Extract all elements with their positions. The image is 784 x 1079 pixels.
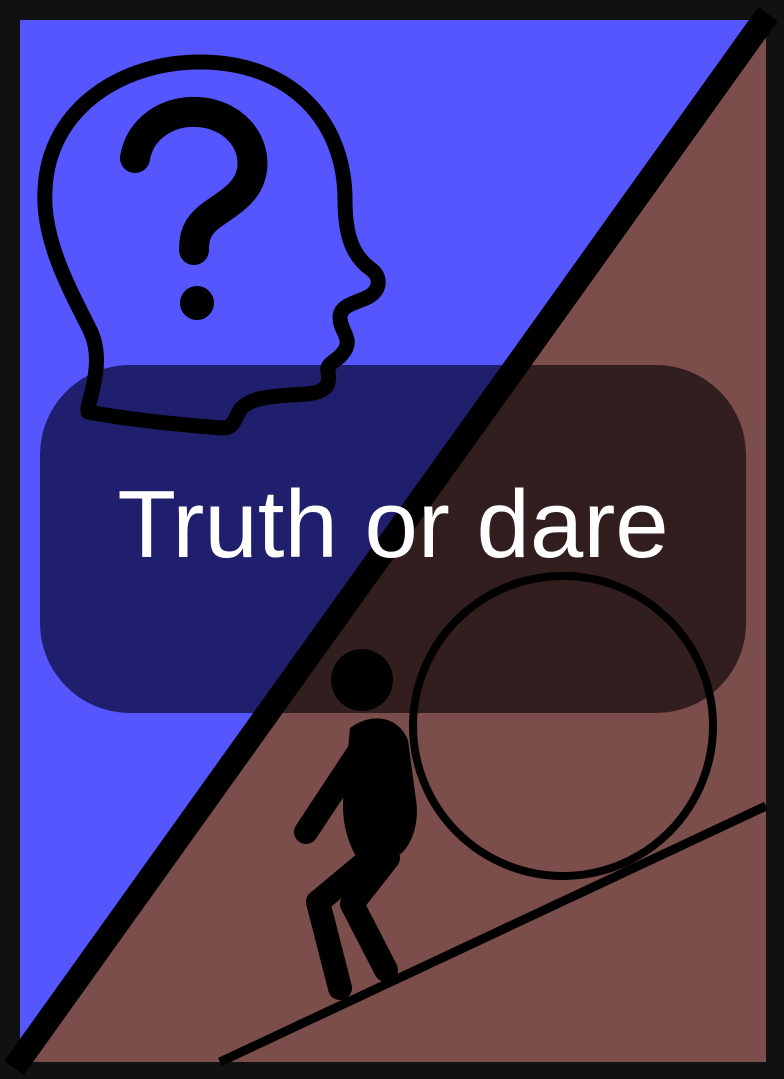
truth-or-dare-card[interactable]: Truth or dare <box>0 0 784 1079</box>
card-title: Truth or dare <box>117 471 669 578</box>
title-button[interactable]: Truth or dare <box>40 365 746 713</box>
